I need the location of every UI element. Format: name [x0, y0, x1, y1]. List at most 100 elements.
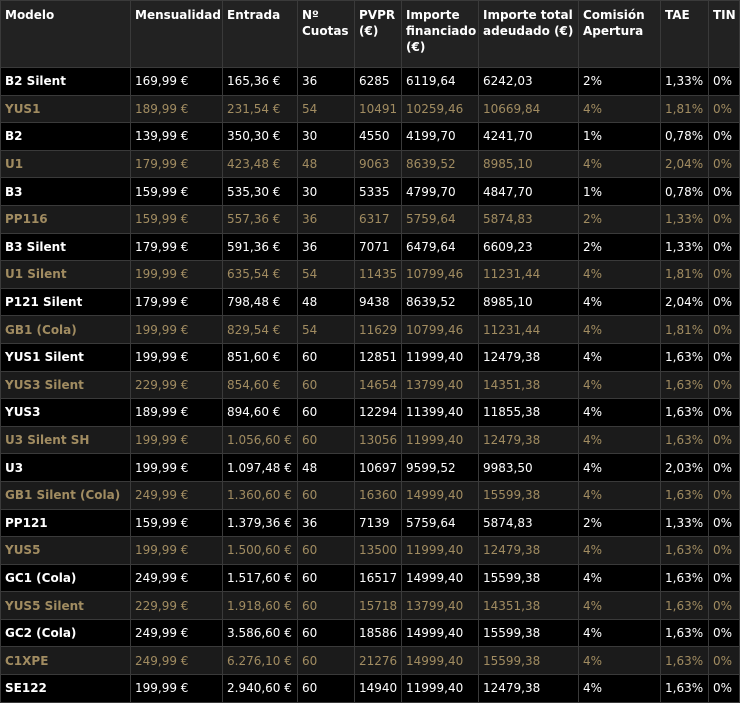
table-row: YUS3 Silent 229,99 €854,60 €60 14654 13799,… — [0, 370, 740, 400]
cell-mensualidad: 249,99 € — [130, 480, 223, 510]
cell-pvpr: 9063 — [354, 149, 402, 179]
cell-comision: 4% — [578, 674, 661, 703]
table-row: GB1 (Cola) 199,99 €829,54 €54 11629 10799,4… — [0, 315, 740, 344]
cell-tae: 1,81% — [660, 94, 709, 124]
cell-importe-total: 15599,38 — [478, 563, 579, 593]
cell-tae: 1,33% — [660, 204, 709, 234]
cell-importe-total: 9983,50 — [478, 453, 579, 482]
table-row: B3 159,99 €535,30 €30 5335 4799,70 4847,70 1%… — [0, 177, 740, 206]
cell-tae: 1,63% — [660, 536, 709, 565]
cell-comision: 4% — [578, 480, 661, 510]
table-row: U1 179,99 €423,48 €48 9063 8639,52 8985,10 4%… — [0, 149, 740, 179]
header-comision-apertura: Comisión Apertura — [578, 0, 661, 68]
cell-mensualidad: 189,99 € — [130, 398, 223, 427]
cell-pvpr: 21276 — [354, 646, 402, 676]
cell-num-cuotas: 60 — [297, 342, 355, 372]
cell-num-cuotas: 54 — [297, 94, 355, 124]
cell-entrada: 1.097,48 € — [222, 453, 298, 482]
cell-entrada: 6.276,10 € — [222, 646, 298, 676]
cell-entrada: 3.586,60 € — [222, 618, 298, 648]
cell-importe-total: 6242,03 — [478, 67, 579, 96]
table-row: YUS3 189,99 €894,60 €60 12294 11399,40 11855… — [0, 398, 740, 427]
cell-entrada: 829,54 € — [222, 315, 298, 344]
cell-pvpr: 10697 — [354, 453, 402, 482]
cell-modelo: P121 Silent — [0, 287, 131, 317]
cell-importe-financiado: 13799,40 — [401, 591, 479, 620]
cell-mensualidad: 169,99 € — [130, 67, 223, 96]
cell-tae: 0,78% — [660, 177, 709, 206]
cell-pvpr: 12851 — [354, 342, 402, 372]
cell-mensualidad: 249,99 € — [130, 563, 223, 593]
cell-importe-financiado: 10259,46 — [401, 94, 479, 124]
cell-importe-financiado: 14999,40 — [401, 563, 479, 593]
cell-importe-total: 15599,38 — [478, 480, 579, 510]
cell-pvpr: 15718 — [354, 591, 402, 620]
cell-modelo: C1XPE — [0, 646, 131, 676]
cell-num-cuotas: 36 — [297, 67, 355, 96]
cell-modelo: B2 Silent — [0, 67, 131, 96]
cell-entrada: 854,60 € — [222, 370, 298, 400]
cell-pvpr: 6317 — [354, 204, 402, 234]
cell-modelo: U1 Silent — [0, 260, 131, 289]
header-num-cuotas: Nº Cuotas — [297, 0, 355, 68]
cell-tin: 0% — [708, 94, 740, 124]
cell-pvpr: 10491 — [354, 94, 402, 124]
cell-tin: 0% — [708, 315, 740, 344]
cell-importe-financiado: 14999,40 — [401, 646, 479, 676]
cell-pvpr: 11629 — [354, 315, 402, 344]
table-row: B3 Silent 179,99 €591,36 €36 7071 6479,64 66… — [0, 232, 740, 262]
cell-comision: 1% — [578, 177, 661, 206]
cell-comision: 4% — [578, 94, 661, 124]
cell-importe-total: 15599,38 — [478, 646, 579, 676]
table-body: B2 Silent 169,99 €165,36 €36 6285 6119,64 62… — [0, 67, 740, 703]
cell-num-cuotas: 60 — [297, 563, 355, 593]
cell-modelo: B2 — [0, 122, 131, 151]
cell-pvpr: 14654 — [354, 370, 402, 400]
table-row: U1 Silent 199,99 €635,54 €54 11435 10799,46… — [0, 260, 740, 289]
cell-modelo: GB1 Silent (Cola) — [0, 480, 131, 510]
cell-comision: 4% — [578, 287, 661, 317]
cell-pvpr: 5335 — [354, 177, 402, 206]
table-row: B2 Silent 169,99 €165,36 €36 6285 6119,64 62… — [0, 67, 740, 96]
cell-importe-financiado: 6479,64 — [401, 232, 479, 262]
cell-modelo: U3 Silent SH — [0, 425, 131, 455]
cell-entrada: 350,30 € — [222, 122, 298, 151]
cell-entrada: 851,60 € — [222, 342, 298, 372]
cell-tin: 0% — [708, 508, 740, 538]
cell-importe-financiado: 5759,64 — [401, 508, 479, 538]
cell-importe-total: 12479,38 — [478, 674, 579, 703]
cell-comision: 2% — [578, 204, 661, 234]
cell-importe-total: 8985,10 — [478, 149, 579, 179]
cell-pvpr: 13056 — [354, 425, 402, 455]
cell-comision: 4% — [578, 453, 661, 482]
table-row: YUS1 Silent 199,99 €851,60 €60 12851 11999,… — [0, 342, 740, 372]
cell-entrada: 2.940,60 € — [222, 674, 298, 703]
cell-modelo: B3 — [0, 177, 131, 206]
cell-importe-total: 10669,84 — [478, 94, 579, 124]
cell-mensualidad: 159,99 € — [130, 204, 223, 234]
cell-tin: 0% — [708, 122, 740, 151]
cell-tae: 1,81% — [660, 260, 709, 289]
cell-num-cuotas: 60 — [297, 646, 355, 676]
cell-pvpr: 7139 — [354, 508, 402, 538]
table-row: GC1 (Cola) 249,99 €1.517,60 €60 16517 14999… — [0, 563, 740, 593]
cell-tin: 0% — [708, 204, 740, 234]
cell-entrada: 591,36 € — [222, 232, 298, 262]
cell-modelo: PP121 — [0, 508, 131, 538]
cell-tin: 0% — [708, 536, 740, 565]
cell-entrada: 1.918,60 € — [222, 591, 298, 620]
cell-importe-financiado: 11399,40 — [401, 398, 479, 427]
cell-tin: 0% — [708, 674, 740, 703]
cell-tae: 1,63% — [660, 674, 709, 703]
cell-tae: 2,03% — [660, 453, 709, 482]
cell-modelo: U1 — [0, 149, 131, 179]
cell-importe-total: 5874,83 — [478, 204, 579, 234]
cell-mensualidad: 249,99 € — [130, 646, 223, 676]
cell-tin: 0% — [708, 260, 740, 289]
cell-tin: 0% — [708, 563, 740, 593]
cell-mensualidad: 159,99 € — [130, 177, 223, 206]
cell-num-cuotas: 60 — [297, 398, 355, 427]
cell-importe-total: 12479,38 — [478, 342, 579, 372]
cell-num-cuotas: 60 — [297, 536, 355, 565]
cell-tae: 1,63% — [660, 370, 709, 400]
